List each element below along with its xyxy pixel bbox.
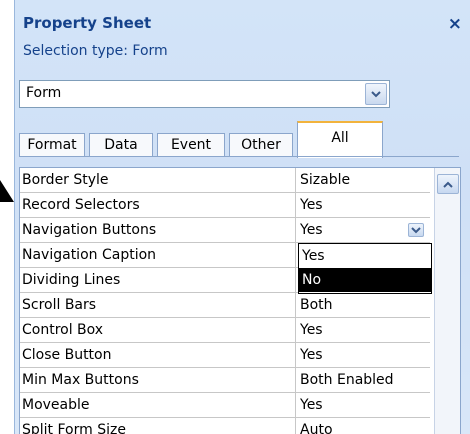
property-row[interactable]: Moveable Yes bbox=[20, 393, 430, 418]
property-name: Min Max Buttons bbox=[20, 368, 296, 392]
property-row[interactable]: Scroll Bars Both bbox=[20, 293, 430, 318]
tab-format[interactable]: Format bbox=[19, 133, 85, 157]
property-grid: Border Style Sizable Record Selectors Ye… bbox=[19, 167, 461, 434]
chevron-down-icon[interactable] bbox=[408, 223, 424, 237]
tab-all[interactable]: All bbox=[297, 121, 383, 158]
property-row[interactable]: Record Selectors Yes bbox=[20, 193, 430, 218]
property-name: Navigation Buttons bbox=[20, 218, 296, 242]
property-name: Moveable bbox=[20, 393, 296, 417]
tab-event[interactable]: Event bbox=[157, 133, 225, 157]
property-row[interactable]: Split Form Size Auto bbox=[20, 418, 430, 434]
property-sheet-pane: Property Sheet × Selection type: Form Fo… bbox=[14, 0, 470, 434]
chevron-down-icon[interactable] bbox=[365, 83, 387, 105]
property-row[interactable]: Control Box Yes bbox=[20, 318, 430, 343]
property-name: Record Selectors bbox=[20, 193, 296, 217]
property-name: Navigation Caption bbox=[20, 243, 296, 267]
object-selector-value: Form bbox=[26, 85, 62, 101]
property-name: Control Box bbox=[20, 318, 296, 342]
chevron-up-icon[interactable] bbox=[437, 174, 459, 194]
property-name: Split Form Size bbox=[20, 418, 296, 434]
property-value[interactable]: Yes bbox=[297, 193, 430, 217]
property-value[interactable]: Both bbox=[297, 293, 430, 317]
close-icon[interactable]: × bbox=[448, 14, 462, 34]
vertical-scrollbar[interactable] bbox=[434, 168, 460, 434]
dropdown-option-yes[interactable]: Yes bbox=[299, 244, 431, 268]
property-row[interactable]: Min Max Buttons Both Enabled bbox=[20, 368, 430, 393]
tabs-divider bbox=[19, 156, 459, 157]
property-value[interactable]: Yes bbox=[297, 393, 430, 417]
property-name: Dividing Lines bbox=[20, 268, 296, 292]
property-name: Scroll Bars bbox=[20, 293, 296, 317]
property-value: Yes bbox=[300, 222, 323, 238]
property-value[interactable]: Sizable bbox=[297, 168, 430, 192]
pane-title: Property Sheet bbox=[23, 14, 152, 32]
property-name: Close Button bbox=[20, 343, 296, 367]
property-value[interactable]: Both Enabled bbox=[297, 368, 430, 392]
property-value[interactable]: Auto bbox=[297, 418, 430, 434]
selection-type-label: Selection type: Form bbox=[23, 43, 168, 59]
property-row[interactable]: Border Style Sizable bbox=[20, 168, 430, 193]
property-value[interactable]: Yes bbox=[297, 318, 430, 342]
tab-other[interactable]: Other bbox=[229, 133, 293, 157]
object-selector-combo[interactable]: Form bbox=[19, 80, 390, 108]
property-tabs: Format Data Event Other All bbox=[19, 121, 459, 158]
property-row[interactable]: Navigation Buttons Yes bbox=[20, 218, 430, 243]
tab-data[interactable]: Data bbox=[89, 133, 153, 157]
dropdown-option-no[interactable]: No bbox=[299, 268, 431, 292]
property-value[interactable]: Yes bbox=[297, 343, 430, 367]
property-value-dropdown[interactable]: Yes bbox=[297, 218, 430, 242]
navigation-buttons-dropdown-list: Yes No bbox=[298, 243, 432, 294]
property-row[interactable]: Close Button Yes bbox=[20, 343, 430, 368]
property-name: Border Style bbox=[20, 168, 296, 192]
